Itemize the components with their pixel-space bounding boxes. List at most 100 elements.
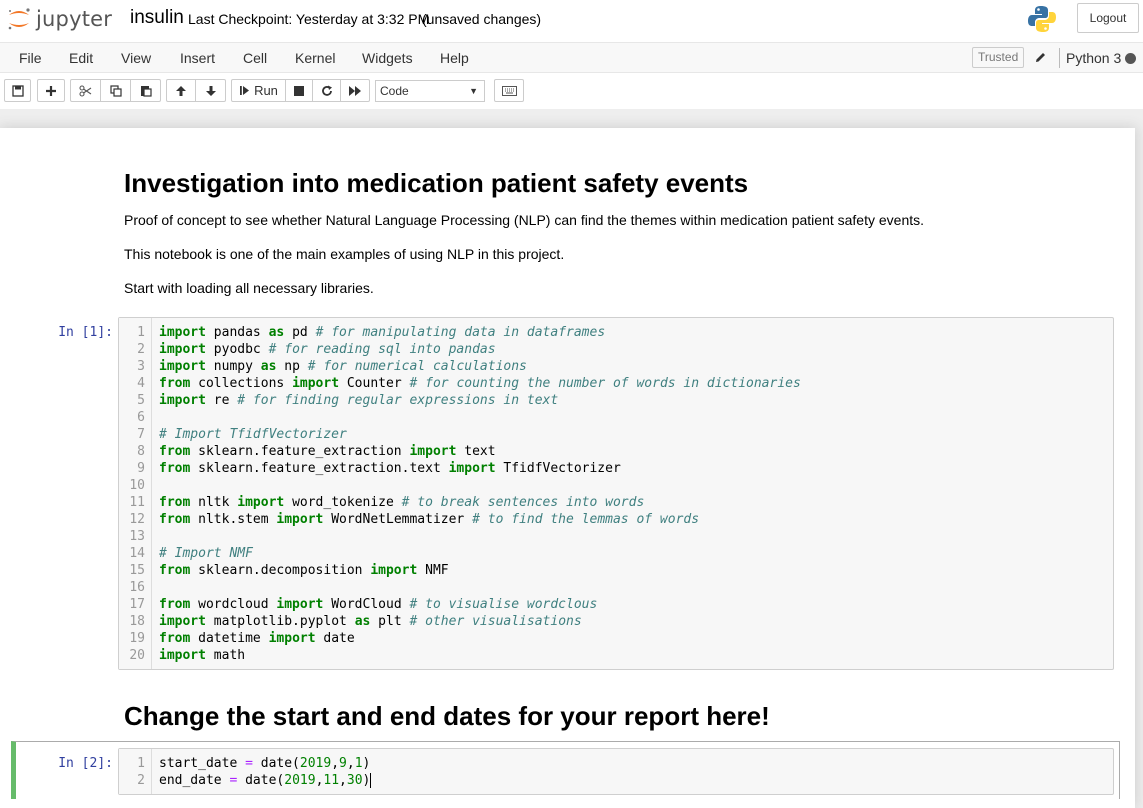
code-token: import [276, 597, 324, 612]
markdown-paragraph: Proof of concept to see whether Natural … [124, 212, 925, 228]
code-token: pd [284, 325, 316, 340]
run-button[interactable]: Run [231, 79, 286, 102]
code-token: # for numerical calculations [307, 359, 527, 374]
scissors-icon [79, 84, 92, 97]
code-text: from sklearn.decomposition import NMF [159, 562, 449, 579]
plus-icon [46, 85, 56, 96]
arrow-down-icon [205, 85, 216, 96]
line-number: 15 [129, 563, 145, 578]
code-token: as [354, 614, 371, 629]
code-token: # to find the lemmas of words [472, 512, 700, 527]
notebook-name[interactable]: insulin [130, 7, 184, 29]
move-down-button[interactable] [196, 79, 226, 102]
copy-button[interactable] [101, 79, 131, 102]
code-token: # to visualise wordclous [409, 597, 598, 612]
move-up-button[interactable] [166, 79, 196, 102]
line-number: 7 [137, 427, 145, 442]
code-token: 30 [346, 773, 363, 788]
code-token: from [159, 495, 191, 510]
menu-help[interactable]: Help [440, 50, 469, 66]
menu-view[interactable]: View [121, 50, 151, 66]
menubar: File Edit View Insert Cell Kernel Widget… [0, 42, 1143, 73]
line-number: 17 [129, 597, 145, 612]
code-token: import [159, 359, 206, 374]
menu-widgets[interactable]: Widgets [362, 50, 413, 66]
caret-down-icon: ▼ [469, 86, 478, 96]
code-line: 3 import numpy as np # for numerical calc… [119, 358, 1109, 375]
line-number: 11 [129, 495, 145, 510]
jupyter-logo-icon [8, 8, 30, 30]
code-token: import [409, 444, 457, 459]
code-token: import [268, 631, 316, 646]
line-number: 2 [137, 342, 145, 357]
code-token: sklearn.decomposition [190, 563, 371, 578]
line-number: 16 [129, 580, 145, 595]
code-line: 2 end_date = date(2019,11,30) [119, 772, 1109, 789]
code-token: nltk [190, 495, 238, 510]
code-text: import math [159, 647, 245, 664]
code-token: math [205, 648, 246, 663]
code-token: ) [362, 756, 371, 771]
code-text: # Import NMF [159, 545, 253, 562]
code-editor[interactable]: 1 import pandas as pd # for manipulating … [118, 317, 1114, 670]
code-token: import [448, 461, 496, 476]
code-token: text [456, 444, 496, 459]
code-editor[interactable]: 1 start_date = date(2019,9,1) 2 end_date = … [118, 748, 1114, 795]
code-text: import pyodbc # for reading sql into pan… [159, 341, 496, 358]
restart-run-all-button[interactable] [341, 79, 370, 102]
jupyter-logo[interactable]: jupyter [6, 5, 112, 33]
command-palette-button[interactable] [494, 79, 524, 102]
interrupt-button[interactable] [286, 79, 313, 102]
code-line: 10 [119, 477, 1109, 494]
code-token: , [339, 773, 347, 788]
insert-cell-button[interactable] [37, 79, 65, 102]
code-token: datetime [190, 631, 269, 646]
cut-button[interactable] [70, 79, 101, 102]
code-token: # for finding regular expressions in tex… [237, 393, 559, 408]
code-text: from wordcloud import WordCloud # to vis… [159, 596, 597, 613]
code-token: date( [252, 756, 300, 771]
code-token: Counter [339, 376, 410, 391]
code-text: from sklearn.feature_extraction import t… [159, 443, 496, 460]
code-token: # Import NMF [159, 546, 253, 561]
save-button[interactable] [4, 79, 31, 102]
code-token: , [346, 756, 355, 771]
cell-type-select[interactable]: Code ▼ [375, 80, 485, 102]
input-prompt: In [1]: [58, 325, 113, 340]
menu-edit[interactable]: Edit [69, 50, 93, 66]
code-token: TfidfVectorizer [495, 461, 621, 476]
code-token: WordNetLemmatizer [323, 512, 473, 527]
paste-button[interactable] [131, 79, 161, 102]
code-line: 19 from datetime import date [119, 630, 1109, 647]
code-line: 17 from wordcloud import WordCloud # to v… [119, 596, 1109, 613]
pencil-icon[interactable] [1034, 51, 1047, 64]
logout-button[interactable]: Logout [1077, 3, 1139, 33]
markdown-heading: Investigation into medication patient sa… [124, 168, 749, 198]
line-number: 8 [137, 444, 145, 459]
python-logo-icon [1028, 6, 1056, 32]
stop-icon [294, 85, 304, 96]
restart-button[interactable] [313, 79, 341, 102]
line-number: 20 [129, 648, 145, 663]
code-token: wordcloud [190, 597, 277, 612]
code-line: 8 from sklearn.feature_extraction import … [119, 443, 1109, 460]
toolbar: Run Code ▼ [0, 73, 1143, 109]
menu-file[interactable]: File [19, 50, 42, 66]
kernel-name[interactable]: Python 3 [1066, 50, 1121, 66]
menu-kernel[interactable]: Kernel [295, 50, 335, 66]
line-number: 2 [137, 773, 145, 788]
menu-cell[interactable]: Cell [243, 50, 267, 66]
code-token: date( [237, 773, 285, 788]
line-number: 18 [129, 614, 145, 629]
code-token: sklearn.feature_extraction [190, 444, 410, 459]
line-number: 6 [137, 410, 145, 425]
code-token: end_date [159, 773, 230, 788]
trusted-indicator[interactable]: Trusted [972, 47, 1025, 68]
code-token: 9 [339, 756, 347, 771]
code-line: 14 # Import NMF [119, 545, 1109, 562]
code-text: from nltk import word_tokenize # to brea… [159, 494, 644, 511]
menu-insert[interactable]: Insert [180, 50, 215, 66]
code-token: # for reading sql into pandas [268, 342, 496, 357]
code-line: 15 from sklearn.decomposition import NMF [119, 562, 1109, 579]
run-icon [240, 86, 250, 95]
